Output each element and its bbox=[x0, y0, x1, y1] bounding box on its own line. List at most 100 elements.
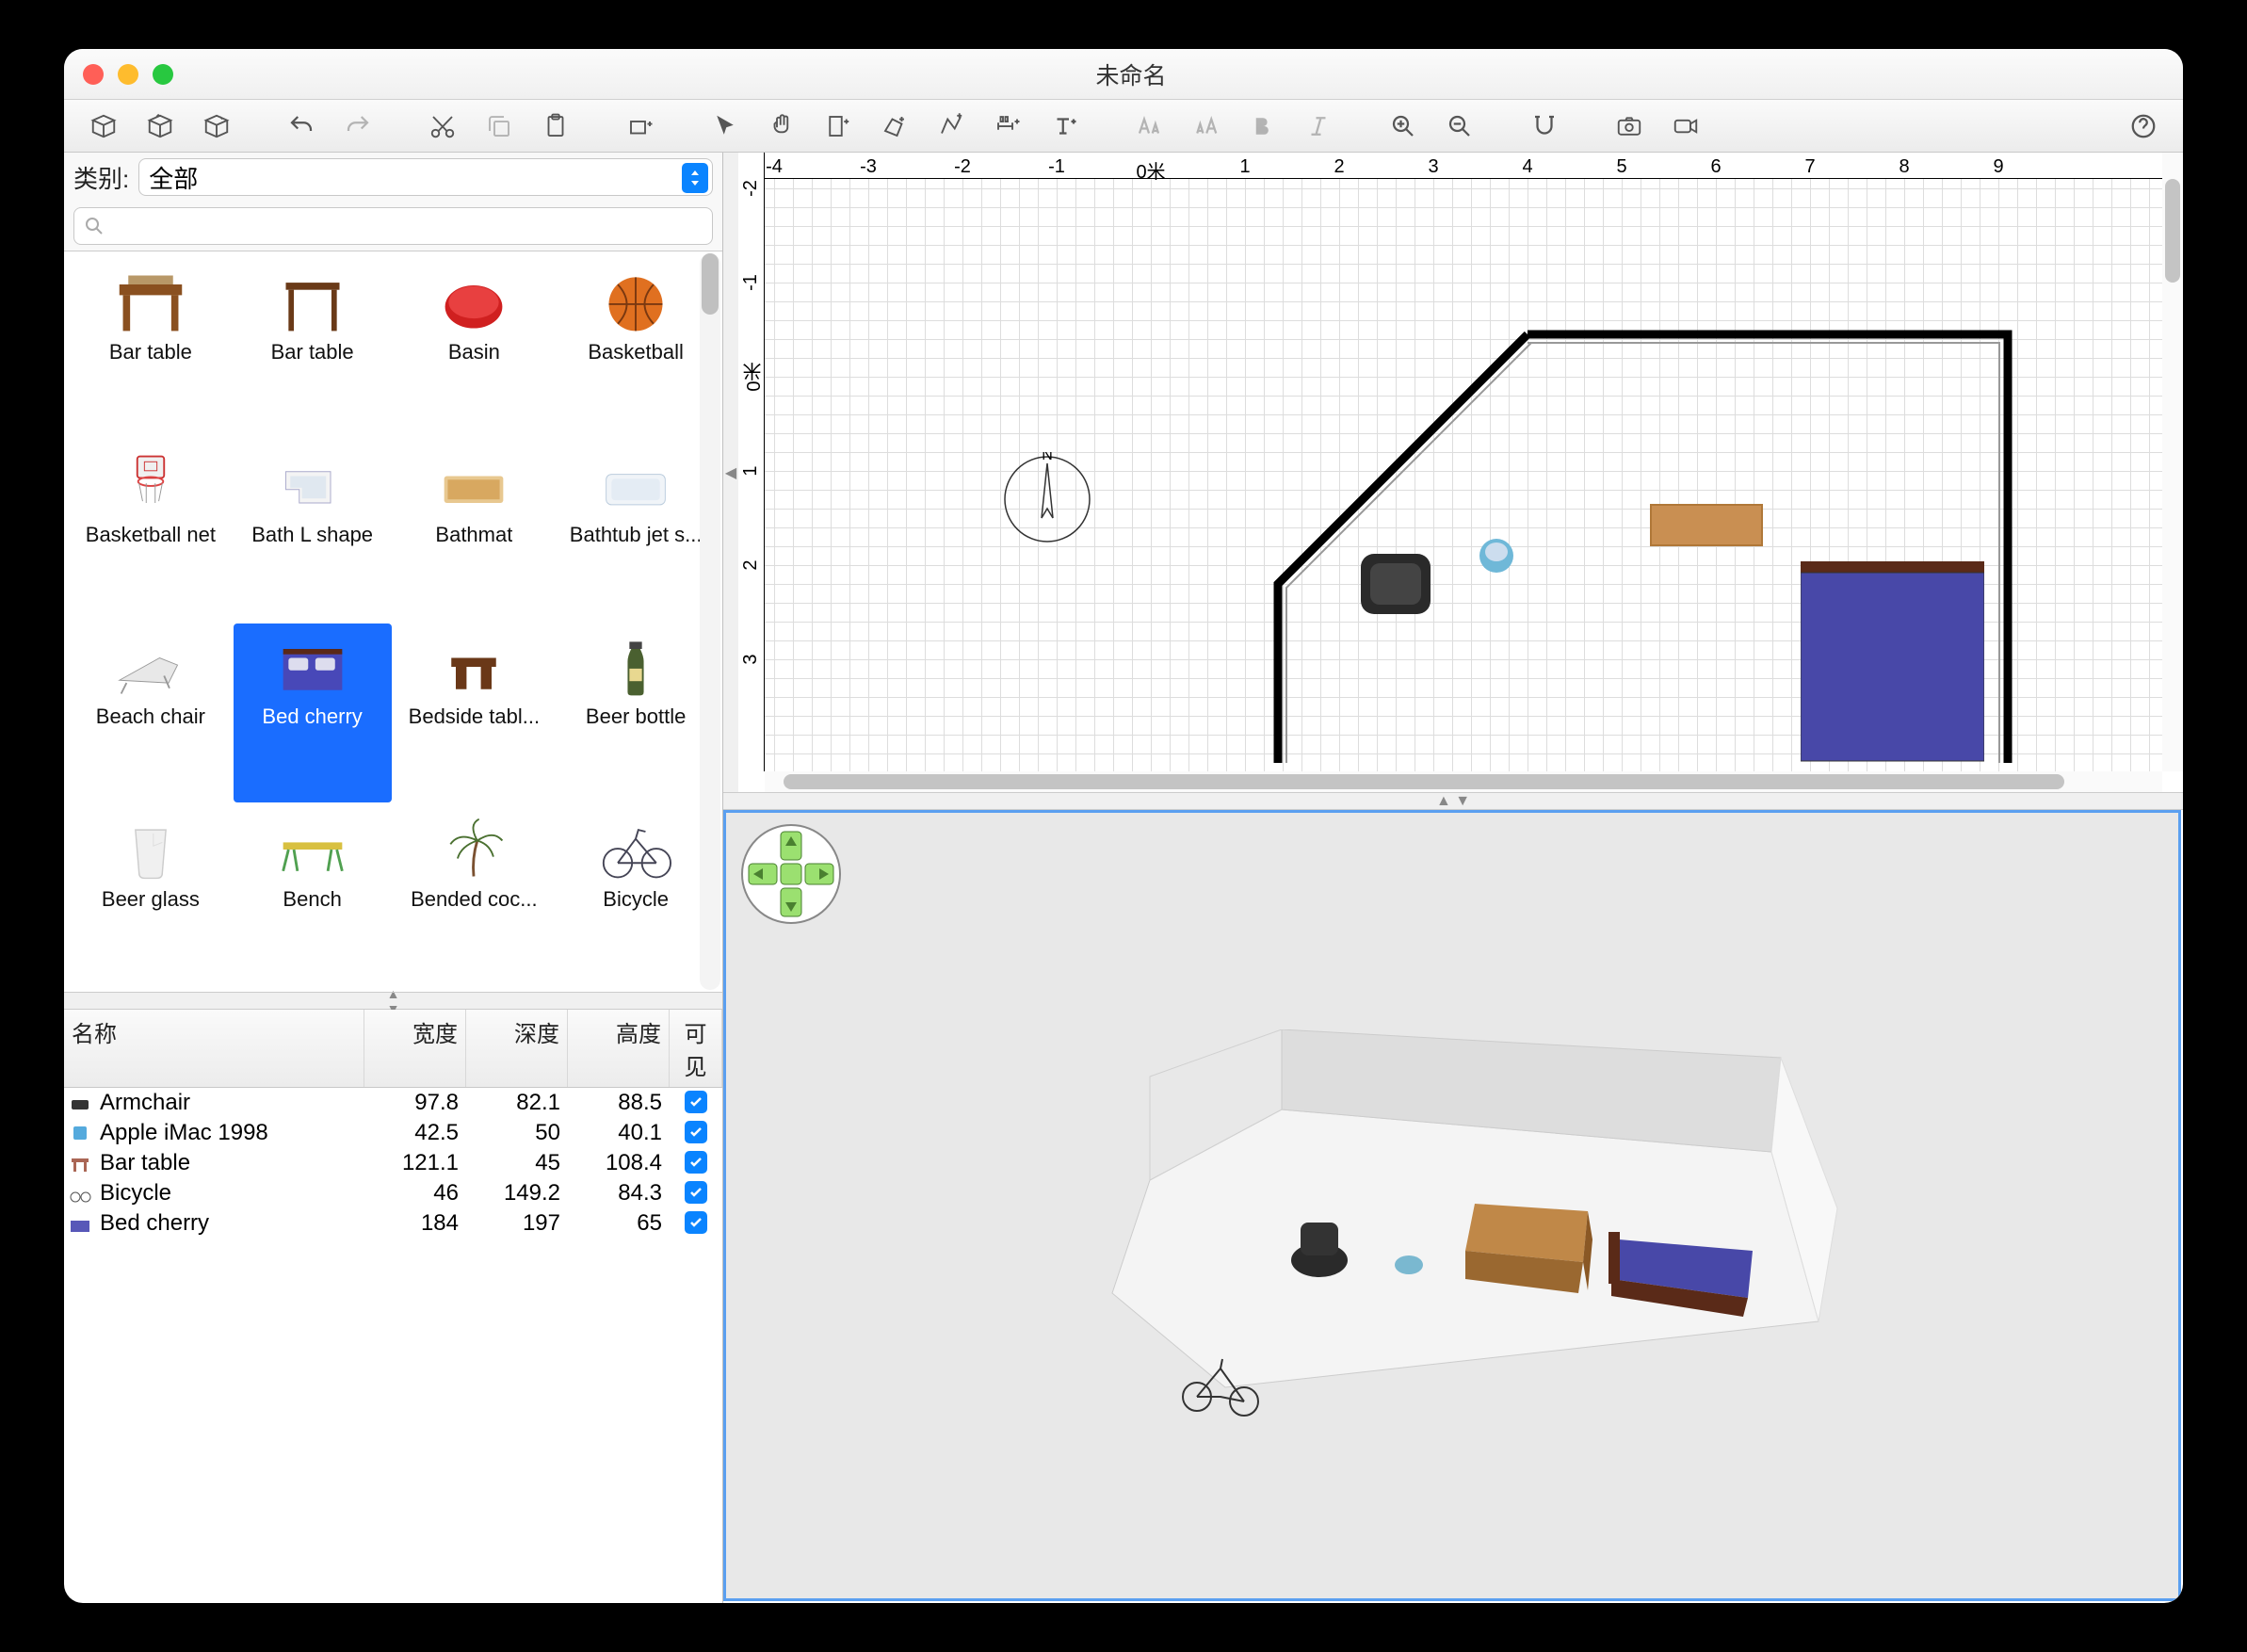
catalog-item-bathmat[interactable]: Bathmat bbox=[396, 442, 554, 621]
cell-name: Bicycle bbox=[96, 1180, 364, 1207]
catalog-item-bench[interactable]: Bench bbox=[234, 806, 392, 985]
help-button[interactable] bbox=[2115, 107, 2172, 145]
copy-button[interactable] bbox=[471, 107, 527, 145]
decrease-text-button[interactable] bbox=[1177, 107, 1234, 145]
open-button[interactable] bbox=[132, 107, 188, 145]
col-height[interactable]: 高度 bbox=[568, 1010, 670, 1087]
plan-hscrollbar[interactable] bbox=[765, 771, 2162, 792]
add-furniture-button[interactable] bbox=[612, 107, 669, 145]
catalog-item-bar-table-2[interactable]: Bar table bbox=[234, 259, 392, 438]
plan-grid[interactable]: N bbox=[765, 179, 2162, 771]
video-button[interactable] bbox=[1657, 107, 1714, 145]
checkbox-checked-icon[interactable] bbox=[685, 1211, 707, 1234]
table-row[interactable]: Bar table121.145108.4 bbox=[64, 1148, 722, 1178]
scrollbar-thumb[interactable] bbox=[784, 774, 2064, 789]
cell-visible[interactable] bbox=[670, 1090, 722, 1116]
3d-room bbox=[1037, 1029, 1866, 1425]
catalog-item-label: Bar table bbox=[271, 340, 354, 364]
furn-bed[interactable] bbox=[1801, 561, 1984, 769]
category-value: 全部 bbox=[149, 160, 198, 195]
scrollbar-thumb[interactable] bbox=[2165, 179, 2180, 283]
catalog-item-beach-chair[interactable]: Beach chair bbox=[72, 624, 230, 802]
col-depth[interactable]: 深度 bbox=[466, 1010, 568, 1087]
catalog-item-beer-glass[interactable]: Beer glass bbox=[72, 806, 230, 985]
col-name[interactable]: 名称 bbox=[64, 1010, 364, 1087]
plan-view[interactable]: -4-3-2-10米123456789 -2-10米123 N bbox=[738, 153, 2183, 792]
bold-button[interactable] bbox=[1234, 107, 1290, 145]
zoom-out-button[interactable] bbox=[1431, 107, 1488, 145]
table-body[interactable]: Armchair97.882.188.5Apple iMac 199842.55… bbox=[64, 1088, 722, 1603]
cell-visible[interactable] bbox=[670, 1180, 722, 1207]
catalog-item-label: Bathtub jet s... bbox=[570, 523, 703, 547]
col-visible[interactable]: 可见 bbox=[670, 1010, 722, 1087]
catalog-item-bended-coc[interactable]: Bended coc... bbox=[396, 806, 554, 985]
catalog-item-bathtub-jet[interactable]: Bathtub jet s... bbox=[557, 442, 715, 621]
catalog-item-label: Beer glass bbox=[102, 887, 200, 912]
search-input[interactable] bbox=[73, 207, 713, 245]
col-width[interactable]: 宽度 bbox=[364, 1010, 466, 1087]
furniture-catalog[interactable]: Bar table Bar table BasinBasketball Basketb… bbox=[64, 251, 722, 993]
ruler-tick: 4 bbox=[1522, 156, 1532, 178]
catalog-item-basin[interactable]: Basin bbox=[396, 259, 554, 438]
3d-view[interactable] bbox=[723, 810, 2181, 1601]
checkbox-checked-icon[interactable] bbox=[685, 1121, 707, 1143]
collapse-handle[interactable]: ◀ bbox=[723, 153, 738, 792]
undo-button[interactable] bbox=[273, 107, 330, 145]
plan-vscrollbar[interactable] bbox=[2162, 153, 2183, 771]
snap-button[interactable] bbox=[1516, 107, 1573, 145]
create-polyline-tool[interactable] bbox=[923, 107, 979, 145]
create-walls-tool[interactable] bbox=[810, 107, 866, 145]
catalog-item-label: Bath L shape bbox=[251, 523, 373, 547]
scrollbar-thumb[interactable] bbox=[702, 253, 719, 315]
checkbox-checked-icon[interactable] bbox=[685, 1091, 707, 1113]
cell-visible[interactable] bbox=[670, 1150, 722, 1176]
cell-visible[interactable] bbox=[670, 1210, 722, 1237]
table-row[interactable]: Apple iMac 199842.55040.1 bbox=[64, 1118, 722, 1148]
furn-imac[interactable] bbox=[1476, 527, 1518, 575]
catalog-item-basketball-net[interactable]: Basketball net bbox=[72, 442, 230, 621]
zoom-in-button[interactable] bbox=[1375, 107, 1431, 145]
catalog-item-bicycle[interactable]: Bicycle bbox=[557, 806, 715, 985]
new-button[interactable] bbox=[75, 107, 132, 145]
row-icon bbox=[68, 1123, 92, 1143]
vertical-splitter[interactable]: ▲▼ bbox=[64, 993, 722, 1010]
horizontal-splitter[interactable]: ▲ ▼ bbox=[723, 793, 2183, 810]
table-row[interactable]: Bicycle46149.284.3 bbox=[64, 1178, 722, 1208]
increase-text-button[interactable] bbox=[1121, 107, 1177, 145]
cut-button[interactable] bbox=[414, 107, 471, 145]
ruler-tick: -1 bbox=[1048, 156, 1065, 178]
catalog-item-label: Bended coc... bbox=[411, 887, 538, 912]
create-text-tool[interactable] bbox=[1036, 107, 1092, 145]
catalog-item-bar-table-1[interactable]: Bar table bbox=[72, 259, 230, 438]
bench-icon bbox=[270, 812, 355, 887]
checkbox-checked-icon[interactable] bbox=[685, 1181, 707, 1204]
cell-name: Apple iMac 1998 bbox=[96, 1120, 364, 1146]
furn-armchair[interactable] bbox=[1353, 546, 1438, 622]
create-dimension-tool[interactable] bbox=[979, 107, 1036, 145]
select-tool[interactable] bbox=[697, 107, 753, 145]
furn-bartable[interactable] bbox=[1650, 504, 1763, 546]
table-row[interactable]: Armchair97.882.188.5 bbox=[64, 1088, 722, 1118]
redo-button[interactable] bbox=[330, 107, 386, 145]
catalog-item-basketball[interactable]: Basketball bbox=[557, 259, 715, 438]
bed-cherry-icon bbox=[270, 629, 355, 705]
catalog-item-beer-bottle[interactable]: Beer bottle bbox=[557, 624, 715, 802]
checkbox-checked-icon[interactable] bbox=[685, 1151, 707, 1174]
3d-navpad[interactable] bbox=[739, 822, 843, 926]
save-button[interactable] bbox=[188, 107, 245, 145]
cell-depth: 149.2 bbox=[466, 1180, 568, 1207]
create-room-tool[interactable] bbox=[866, 107, 923, 145]
catalog-item-bed-cherry[interactable]: Bed cherry bbox=[234, 624, 392, 802]
italic-button[interactable] bbox=[1290, 107, 1347, 145]
paste-button[interactable] bbox=[527, 107, 584, 145]
photo-button[interactable] bbox=[1601, 107, 1657, 145]
catalog-item-label: Bicycle bbox=[603, 887, 669, 912]
category-select[interactable]: 全部 bbox=[138, 158, 713, 196]
pan-tool[interactable] bbox=[753, 107, 810, 145]
catalog-item-bedside-table[interactable]: Bedside tabl... bbox=[396, 624, 554, 802]
catalog-item-bath-l-shape[interactable]: Bath L shape bbox=[234, 442, 392, 621]
table-row[interactable]: Bed cherry18419765 bbox=[64, 1208, 722, 1239]
ruler-tick: 8 bbox=[1899, 156, 1909, 178]
cell-visible[interactable] bbox=[670, 1120, 722, 1146]
catalog-scrollbar[interactable] bbox=[700, 253, 720, 990]
